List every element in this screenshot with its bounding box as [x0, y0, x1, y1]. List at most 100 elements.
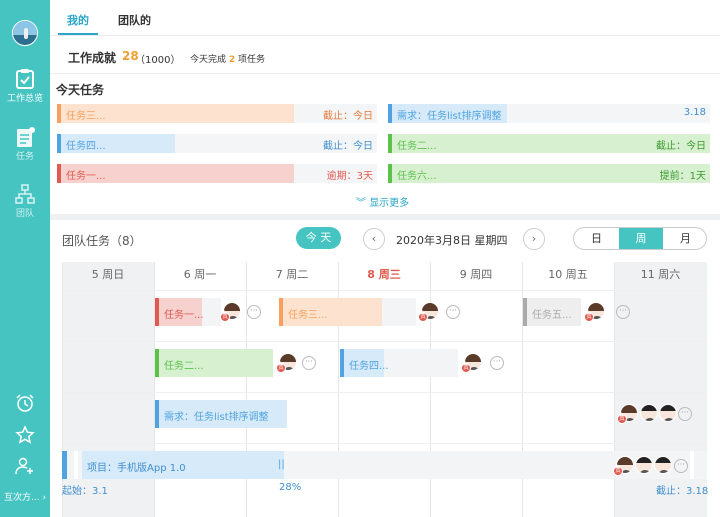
avatar-hair	[422, 303, 438, 311]
task-color-marker	[388, 104, 392, 123]
assignee-avatar[interactable]	[640, 404, 658, 422]
task-color-marker	[155, 349, 159, 377]
owner-badge: 责	[418, 312, 428, 322]
owner-badge: 责	[220, 312, 230, 322]
project-gap	[74, 451, 78, 479]
sidebar-item-team[interactable]: 团队	[0, 183, 50, 220]
sidebar-item-label: 任务	[15, 152, 34, 162]
more-options-button[interactable]: ···	[490, 356, 504, 370]
next-week-button[interactable]: ›	[523, 228, 545, 250]
task-name: 需求：任务list排序调整	[397, 111, 502, 122]
owner-badge: 责	[276, 363, 286, 373]
task-name: 任务五...	[532, 310, 572, 321]
view-week[interactable]: 周	[619, 228, 663, 249]
more-options-button[interactable]: ···	[678, 407, 692, 421]
owner-badge: 责	[584, 312, 594, 322]
task-color-marker	[340, 349, 344, 377]
prev-week-button[interactable]: ‹	[363, 228, 385, 250]
more-options-button[interactable]: ···	[674, 459, 688, 473]
project-color-marker	[62, 451, 67, 479]
show-more-link[interactable]: ︾ 显示更多	[356, 194, 409, 209]
lane-divider	[62, 290, 707, 291]
today-button[interactable]: 今 天	[296, 227, 341, 249]
today-task-row[interactable]: 任务一... 逾期：3天	[57, 164, 377, 183]
tab-team[interactable]: 团队的	[118, 12, 151, 28]
project-start: 起始：3.1	[62, 486, 108, 497]
task-color-marker	[57, 134, 61, 153]
day-header: 6 周一	[183, 268, 217, 281]
sidebar-item-tasks[interactable]: 任务	[0, 126, 50, 163]
today-task-row[interactable]: 需求：任务list排序调整 3.18	[388, 104, 710, 123]
day-header: 8 周三	[367, 268, 401, 281]
project-progress-label: 28%	[279, 482, 302, 493]
owner-badge: 责	[617, 414, 627, 424]
summary-suffix: 项任务	[238, 55, 266, 65]
current-date: 2020年3月8日 星期四	[396, 234, 508, 247]
today-task-row[interactable]: 任务六... 提前：1天	[388, 164, 710, 183]
more-options-button[interactable]: ···	[247, 305, 261, 319]
workspace-switcher[interactable]: 互次方... ›	[4, 490, 46, 503]
lane-divider	[62, 443, 707, 444]
team-task-bar[interactable]: 任务五...	[523, 298, 581, 326]
team-tasks-card: 团队任务（8） 今 天 ‹ 2020年3月8日 星期四 › 日 周 月 5 周日…	[50, 220, 720, 517]
task-name: 任务一...	[66, 171, 106, 182]
task-due: 截止：今日	[323, 111, 373, 122]
task-color-marker	[388, 134, 392, 153]
view-month[interactable]: 月	[663, 228, 706, 249]
project-gap	[690, 451, 694, 479]
divider	[50, 35, 720, 36]
avatar-hair	[621, 405, 637, 413]
task-name: 任务三...	[66, 111, 106, 122]
team-task-bar[interactable]: 任务二...	[155, 349, 273, 377]
team-task-bar[interactable]: 任务一...	[155, 298, 221, 326]
avatar-hair	[660, 405, 676, 411]
task-name: 任务二...	[397, 141, 437, 152]
today-task-row[interactable]: 任务三... 截止：今日	[57, 104, 377, 123]
project-progress-handle[interactable]: ||	[278, 459, 285, 470]
team-task-bar[interactable]: 任务四...	[340, 349, 458, 377]
add-user-icon[interactable]	[15, 456, 35, 476]
sidebar-item-label: 团队	[15, 209, 34, 219]
owner-badge: 责	[613, 466, 623, 476]
more-options-button[interactable]: ···	[446, 305, 460, 319]
day-header: 7 周二	[275, 268, 309, 281]
assignee-avatar[interactable]	[654, 456, 672, 474]
more-options-button[interactable]: ···	[616, 305, 630, 319]
chevron-right-icon: ›	[42, 493, 47, 503]
user-avatar[interactable]	[12, 20, 38, 46]
star-icon[interactable]	[15, 425, 35, 445]
task-name: 任务四...	[66, 141, 106, 152]
today-tasks-title: 今天任务	[56, 83, 105, 97]
task-name: 任务四...	[349, 361, 389, 372]
divider	[50, 73, 720, 74]
view-day[interactable]: 日	[574, 228, 619, 249]
sidebar-item-label: 工作总览	[6, 94, 43, 104]
task-color-marker	[57, 164, 61, 183]
team-task-bar[interactable]: 需求：任务list排序调整	[155, 400, 287, 428]
avatar-hair	[465, 354, 481, 362]
avatar-hair	[636, 457, 652, 463]
task-doc-icon	[17, 127, 35, 147]
avatar-hair	[280, 354, 296, 362]
day-header: 5 周日	[91, 268, 125, 281]
alarm-clock-icon[interactable]	[15, 393, 35, 413]
achievement-total: （1000）	[135, 55, 181, 66]
day-header: 10 周五	[548, 268, 588, 281]
task-color-marker	[523, 298, 527, 326]
chevron-left-icon: ‹	[371, 232, 377, 245]
assignee-avatar[interactable]	[659, 404, 677, 422]
lane-divider	[62, 341, 707, 342]
assignee-avatar[interactable]	[635, 456, 653, 474]
today-task-row[interactable]: 任务四... 截止：今日	[57, 134, 377, 153]
view-switcher: 日 周 月	[573, 227, 707, 250]
workspace-name: 互次方...	[4, 493, 40, 503]
today-task-row[interactable]: 任务二... 截止：今日	[388, 134, 710, 153]
team-task-bar[interactable]: 任务三...	[279, 298, 416, 326]
tab-mine[interactable]: 我的	[67, 12, 89, 28]
task-due: 逾期：3天	[326, 171, 373, 182]
task-due: 3.18	[683, 107, 706, 118]
sidebar-item-overview[interactable]: 工作总览	[0, 68, 50, 105]
more-options-button[interactable]: ···	[302, 356, 316, 370]
lane-divider	[62, 392, 707, 393]
task-color-marker	[388, 164, 392, 183]
